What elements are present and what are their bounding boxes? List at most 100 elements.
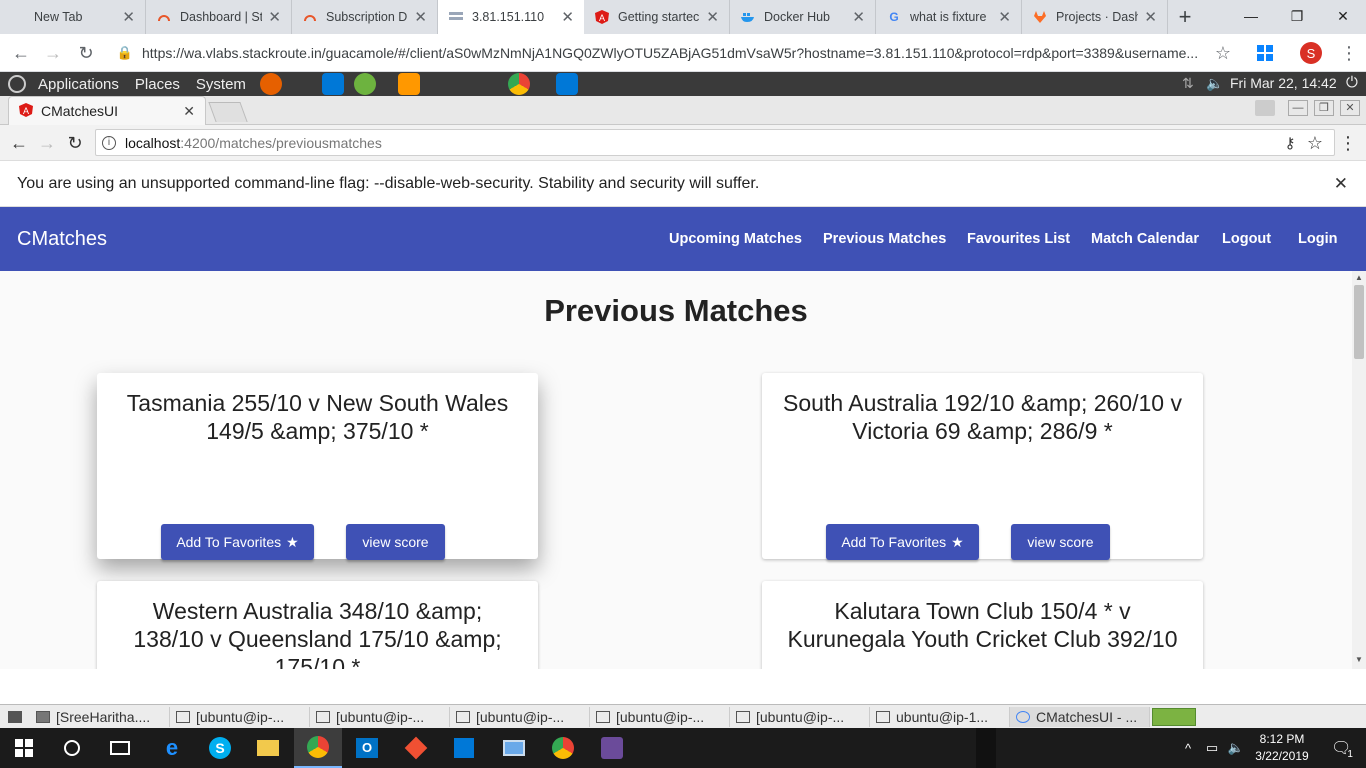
taskbar-item[interactable]: [SreeHaritha.... <box>30 706 170 727</box>
vscode-icon[interactable] <box>440 728 488 768</box>
search-icon[interactable] <box>48 728 96 768</box>
menu-dots-icon[interactable]: ⋮ <box>1336 40 1362 66</box>
chrome-icon[interactable] <box>294 728 342 768</box>
system-clock[interactable]: 8:12 PM 3/22/2019 <box>1250 731 1314 765</box>
taskbar-item[interactable]: [ubuntu@ip-... <box>590 706 730 727</box>
taskbar-item[interactable]: ubuntu@ip-1... <box>870 706 1010 727</box>
nav-upcoming-matches[interactable]: Upcoming Matches <box>669 207 802 271</box>
outer-tab[interactable]: A Getting startec ✕ <box>584 0 730 34</box>
vscode-icon[interactable] <box>555 73 578 95</box>
windows-extension-icon[interactable] <box>1252 40 1278 66</box>
inner-tab-active[interactable]: A CMatchesUI ✕ <box>8 96 206 125</box>
applications-menu[interactable]: Applications <box>34 76 123 93</box>
close-tab-icon[interactable]: ✕ <box>998 8 1011 26</box>
power-icon[interactable]: ⏻ <box>1346 74 1358 91</box>
outer-tab[interactable]: Projects · Dash ✕ <box>1022 0 1168 34</box>
close-tab-icon[interactable]: ✕ <box>268 8 281 26</box>
close-tab-icon[interactable]: ✕ <box>122 8 135 26</box>
brand-title[interactable]: CMatches <box>17 207 107 271</box>
task-view-icon[interactable] <box>96 728 144 768</box>
show-desktop-icon[interactable] <box>0 707 30 727</box>
maximize-button[interactable]: ❐ <box>1274 0 1320 32</box>
restore-button[interactable]: ❐ <box>1314 100 1334 116</box>
page-scrollbar[interactable]: ▲ ▼ <box>1352 271 1366 669</box>
outer-tab[interactable]: Docker Hub ✕ <box>730 0 876 34</box>
workspace-switcher[interactable] <box>1152 707 1196 726</box>
nav-login[interactable]: Login <box>1298 207 1337 271</box>
taskbar-item[interactable]: [ubuntu@ip-... <box>730 706 870 727</box>
skype-icon[interactable]: S <box>196 728 244 768</box>
forward-button[interactable]: → <box>34 130 60 156</box>
chrome-icon[interactable] <box>539 728 587 768</box>
system-menu[interactable]: System <box>192 76 250 93</box>
close-tab-icon[interactable]: ✕ <box>561 8 574 26</box>
new-tab-button[interactable] <box>208 102 248 122</box>
back-button[interactable]: ← <box>6 130 32 156</box>
taskbar-item[interactable]: [ubuntu@ip-... <box>310 706 450 727</box>
panel-clock[interactable]: Fri Mar 22, 14:42 <box>1230 75 1337 91</box>
outer-tab[interactable]: New Tab ✕ <box>0 0 146 34</box>
taskbar-item[interactable]: [ubuntu@ip-... <box>170 706 310 727</box>
info-icon[interactable]: i <box>102 135 116 150</box>
tray-chevron-icon[interactable]: ^ <box>1176 728 1200 768</box>
scroll-down-icon[interactable]: ▼ <box>1352 655 1366 665</box>
close-icon[interactable]: ✕ <box>1334 174 1348 194</box>
profile-avatar[interactable]: S <box>1300 42 1322 64</box>
windows-start-icon[interactable] <box>0 728 48 768</box>
nav-match-calendar[interactable]: Match Calendar <box>1091 207 1199 271</box>
outer-url-field[interactable]: https://wa.vlabs.stackroute.in/guacamole… <box>142 39 1242 67</box>
edge-icon[interactable]: e <box>148 728 196 768</box>
git-icon[interactable] <box>392 728 440 768</box>
firefox-icon[interactable] <box>259 73 282 95</box>
close-tab-icon[interactable]: ✕ <box>852 8 865 26</box>
view-score-button[interactable]: view score <box>346 524 445 560</box>
remote-desktop-icon[interactable] <box>490 728 538 768</box>
network-icon[interactable]: ▭ <box>1200 728 1224 768</box>
add-to-favorites-button[interactable]: Add To Favorites ★ <box>826 524 979 560</box>
close-tab-icon[interactable]: ✕ <box>183 103 195 120</box>
nav-logout[interactable]: Logout <box>1222 207 1271 271</box>
taskbar-item-active[interactable]: CMatchesUI - ... <box>1010 706 1150 727</box>
sublime-icon[interactable] <box>397 73 420 95</box>
scroll-up-icon[interactable]: ▲ <box>1352 273 1366 283</box>
menu-dots-icon[interactable]: ⋮ <box>1335 130 1361 156</box>
back-button[interactable]: ← <box>8 40 34 66</box>
places-menu[interactable]: Places <box>131 76 184 93</box>
outer-tab[interactable]: Subscription D ✕ <box>292 0 438 34</box>
outer-tab[interactable]: Gwhat is fixture ✕ <box>876 0 1022 34</box>
inner-url-field[interactable]: i localhost:4200/matches/previousmatches <box>95 129 1335 156</box>
chrome-icon[interactable] <box>507 73 530 95</box>
profile-icon[interactable] <box>1255 100 1275 116</box>
scrollbar-thumb[interactable] <box>1354 285 1364 359</box>
minimize-button[interactable]: — <box>1228 0 1274 32</box>
minimize-button[interactable]: — <box>1288 100 1308 116</box>
volume-icon[interactable]: 🔈 <box>1224 728 1248 768</box>
vscode-icon[interactable] <box>321 73 344 95</box>
outlook-icon[interactable]: O <box>343 728 391 768</box>
spring-icon[interactable] <box>353 73 376 95</box>
nav-previous-matches[interactable]: Previous Matches <box>823 207 946 271</box>
reload-button[interactable]: ↻ <box>73 40 99 66</box>
outer-tab[interactable]: Dashboard | St ✕ <box>146 0 292 34</box>
volume-icon[interactable]: 🔈 <box>1206 75 1223 92</box>
close-window-button[interactable]: ✕ <box>1340 100 1360 116</box>
add-to-favorites-button[interactable]: Add To Favorites ★ <box>161 524 314 560</box>
close-tab-icon[interactable]: ✕ <box>706 8 719 26</box>
close-tab-icon[interactable]: ✕ <box>414 8 427 26</box>
bookmark-star-icon[interactable]: ☆ <box>1210 40 1236 66</box>
outer-tab-active[interactable]: 3.81.151.110 ✕ <box>438 0 584 34</box>
reload-button[interactable]: ↻ <box>62 130 88 156</box>
close-window-button[interactable]: ✕ <box>1320 0 1366 32</box>
nav-favourites-list[interactable]: Favourites List <box>967 207 1070 271</box>
close-tab-icon[interactable]: ✕ <box>1144 8 1157 26</box>
network-icon[interactable]: ⇅ <box>1182 75 1194 92</box>
notifications-icon[interactable]: 🗨 1 <box>1318 728 1366 768</box>
new-tab-button[interactable]: + <box>1168 0 1202 34</box>
key-icon[interactable]: ⚷ <box>1277 130 1303 156</box>
taskbar-item[interactable]: [ubuntu@ip-... <box>450 706 590 727</box>
eclipse-icon[interactable] <box>588 728 636 768</box>
bookmark-star-icon[interactable]: ☆ <box>1302 130 1328 156</box>
view-score-button[interactable]: view score <box>1011 524 1110 560</box>
forward-button[interactable]: → <box>40 40 66 66</box>
file-explorer-icon[interactable] <box>244 728 292 768</box>
